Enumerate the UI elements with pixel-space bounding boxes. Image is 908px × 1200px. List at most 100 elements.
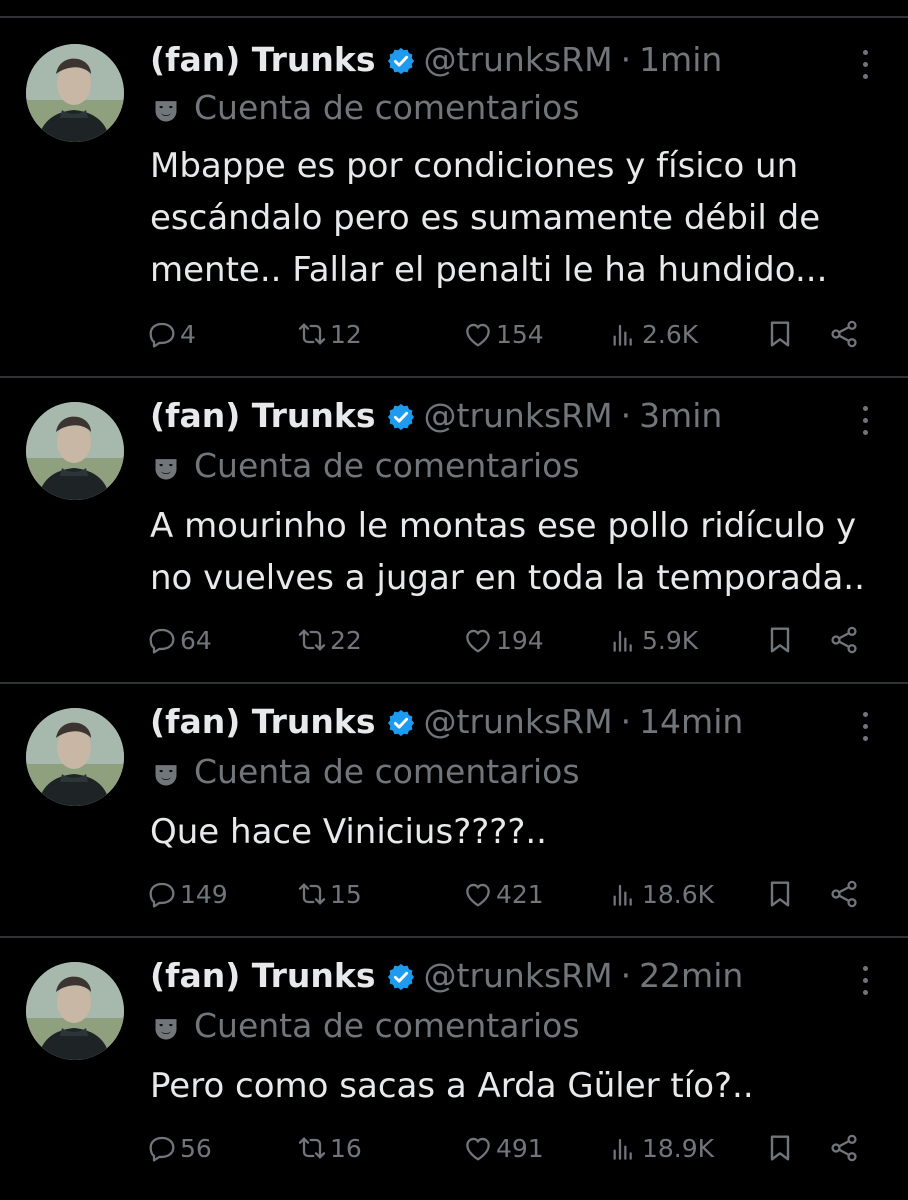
bookmark-icon[interactable] bbox=[764, 1128, 798, 1168]
more-options-icon[interactable] bbox=[860, 48, 870, 82]
author-handle[interactable]: @trunksRM bbox=[424, 396, 613, 436]
author-handle[interactable]: @trunksRM bbox=[424, 956, 613, 996]
repost-button[interactable]: 22 bbox=[296, 620, 362, 660]
account-label-text: Cuenta de comentarios bbox=[194, 446, 580, 485]
reply-button[interactable]: 56 bbox=[146, 1128, 212, 1168]
tweet-text-line: mente.. Fallar el penalti le ha hundido.… bbox=[150, 250, 828, 290]
repost-icon bbox=[296, 1132, 330, 1164]
bookmark-icon[interactable] bbox=[764, 874, 798, 914]
tweet-header: (fan) Trunks @trunksRM · 3min bbox=[150, 396, 722, 436]
author-name[interactable]: (fan) Trunks bbox=[150, 702, 376, 742]
account-label: Cuenta de comentarios bbox=[152, 446, 580, 486]
timestamp[interactable]: 22min bbox=[639, 956, 743, 996]
reply-icon bbox=[146, 318, 180, 350]
repost-button[interactable]: 15 bbox=[296, 874, 362, 914]
repost-count: 16 bbox=[330, 1133, 362, 1163]
share-icon[interactable] bbox=[828, 620, 862, 660]
avatar[interactable] bbox=[26, 708, 124, 806]
account-label: Cuenta de comentarios bbox=[152, 1006, 580, 1046]
reply-icon bbox=[146, 1132, 180, 1164]
repost-count: 15 bbox=[330, 879, 362, 909]
tweet-header: (fan) Trunks @trunksRM · 14min bbox=[150, 702, 743, 742]
views-count: 18.6K bbox=[642, 879, 715, 909]
avatar[interactable] bbox=[26, 962, 124, 1060]
timestamp[interactable]: 1min bbox=[639, 40, 722, 80]
author-name[interactable]: (fan) Trunks bbox=[150, 956, 376, 996]
author-name[interactable]: (fan) Trunks bbox=[150, 396, 376, 436]
separator: · bbox=[620, 40, 632, 79]
mask-icon bbox=[152, 1012, 180, 1040]
views-button[interactable]: 18.6K bbox=[608, 874, 714, 914]
tweet-text-line: no vuelves a jugar en toda la temporada.… bbox=[150, 558, 865, 598]
action-bar: 149 15 421 18.6K bbox=[146, 874, 876, 914]
tweet-text-line: Pero como sacas a Arda Güler tío?.. bbox=[150, 1066, 754, 1106]
tweet-feed: (fan) Trunks @trunksRM · 1min Cuenta de … bbox=[0, 0, 908, 1200]
reply-button[interactable]: 4 bbox=[146, 314, 196, 354]
avatar[interactable] bbox=[26, 44, 124, 142]
heart-icon bbox=[462, 318, 496, 350]
action-bar: 4 12 154 2.6K bbox=[146, 314, 876, 354]
more-options-icon[interactable] bbox=[860, 964, 870, 998]
tweet-text: A mourinho le montas ese pollo ridículo … bbox=[150, 500, 870, 604]
like-count: 421 bbox=[496, 879, 544, 909]
like-button[interactable]: 491 bbox=[462, 1128, 544, 1168]
reply-button[interactable]: 64 bbox=[146, 620, 212, 660]
views-icon bbox=[608, 878, 642, 910]
reply-icon bbox=[146, 624, 180, 656]
repost-button[interactable]: 12 bbox=[296, 314, 362, 354]
more-options-icon[interactable] bbox=[860, 404, 870, 438]
reply-button[interactable]: 149 bbox=[146, 874, 228, 914]
repost-icon bbox=[296, 624, 330, 656]
avatar[interactable] bbox=[26, 402, 124, 500]
separator: · bbox=[620, 396, 632, 435]
reply-icon bbox=[146, 878, 180, 910]
heart-icon bbox=[462, 878, 496, 910]
views-count: 2.6K bbox=[642, 319, 699, 349]
views-button[interactable]: 5.9K bbox=[608, 620, 698, 660]
views-button[interactable]: 2.6K bbox=[608, 314, 698, 354]
reply-count: 64 bbox=[180, 625, 212, 655]
separator: · bbox=[620, 702, 632, 741]
like-button[interactable]: 194 bbox=[462, 620, 544, 660]
like-button[interactable]: 421 bbox=[462, 874, 544, 914]
like-count: 194 bbox=[496, 625, 544, 655]
author-name[interactable]: (fan) Trunks bbox=[150, 40, 376, 80]
timestamp[interactable]: 3min bbox=[639, 396, 722, 436]
bookmark-icon[interactable] bbox=[764, 314, 798, 354]
views-icon bbox=[608, 318, 642, 350]
more-options-icon[interactable] bbox=[860, 710, 870, 744]
views-icon bbox=[608, 1132, 642, 1164]
tweet-text-line: Mbappe es por condiciones y físico un bbox=[150, 146, 799, 186]
timestamp[interactable]: 14min bbox=[639, 702, 743, 742]
views-button[interactable]: 18.9K bbox=[608, 1128, 714, 1168]
tweet-header: (fan) Trunks @trunksRM · 1min bbox=[150, 40, 722, 80]
repost-count: 22 bbox=[330, 625, 362, 655]
share-icon[interactable] bbox=[828, 1128, 862, 1168]
author-handle[interactable]: @trunksRM bbox=[424, 702, 613, 742]
tweet-header: (fan) Trunks @trunksRM · 22min bbox=[150, 956, 743, 996]
bookmark-icon[interactable] bbox=[764, 620, 798, 660]
repost-icon bbox=[296, 318, 330, 350]
tweet[interactable]: (fan) Trunks @trunksRM · 1min Cuenta de … bbox=[0, 0, 908, 376]
tweet-text: Mbappe es por condiciones y físico un es… bbox=[150, 140, 870, 296]
tweet-text-line: Que hace Vinicius????.. bbox=[150, 812, 547, 852]
repost-count: 12 bbox=[330, 319, 362, 349]
share-icon[interactable] bbox=[828, 874, 862, 914]
verified-badge-icon bbox=[386, 45, 416, 75]
tweet[interactable]: (fan) Trunks @trunksRM · 3min Cuenta de … bbox=[0, 376, 908, 682]
tweet[interactable]: (fan) Trunks @trunksRM · 14min Cuenta de… bbox=[0, 682, 908, 936]
heart-icon bbox=[462, 1132, 496, 1164]
repost-button[interactable]: 16 bbox=[296, 1128, 362, 1168]
account-label: Cuenta de comentarios bbox=[152, 88, 580, 128]
author-handle[interactable]: @trunksRM bbox=[424, 40, 613, 80]
account-label-text: Cuenta de comentarios bbox=[194, 752, 580, 791]
mask-icon bbox=[152, 452, 180, 480]
share-icon[interactable] bbox=[828, 314, 862, 354]
tweet-text: Que hace Vinicius????.. bbox=[150, 806, 870, 858]
mask-icon bbox=[152, 94, 180, 122]
reply-count: 56 bbox=[180, 1133, 212, 1163]
verified-badge-icon bbox=[386, 707, 416, 737]
verified-badge-icon bbox=[386, 961, 416, 991]
tweet[interactable]: (fan) Trunks @trunksRM · 22min Cuenta de… bbox=[0, 936, 908, 1200]
like-button[interactable]: 154 bbox=[462, 314, 544, 354]
